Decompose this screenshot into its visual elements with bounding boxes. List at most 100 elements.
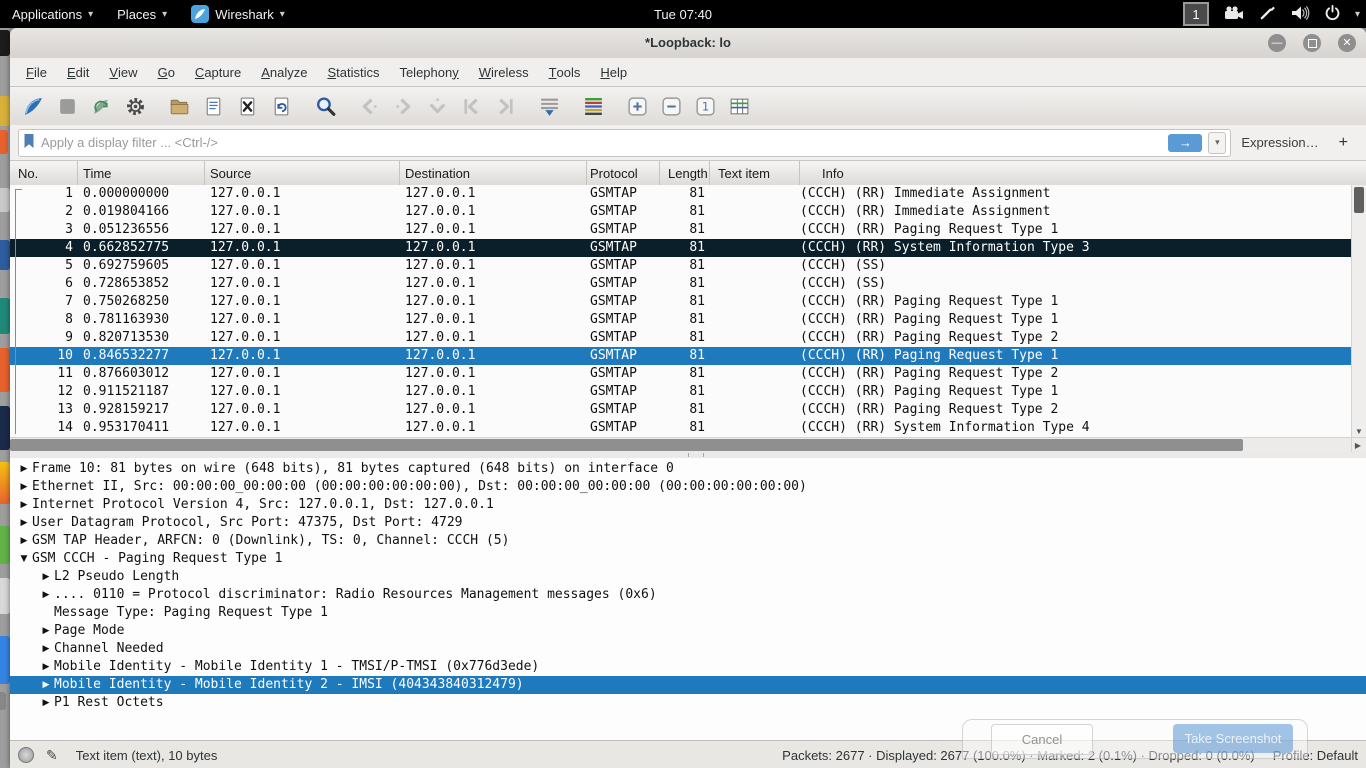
collapsed-arrow-icon[interactable]: ▶ (40, 676, 52, 694)
workspace-indicator[interactable]: 1 (1183, 2, 1209, 26)
restart-capture-icon[interactable] (86, 92, 116, 122)
menu-tools[interactable]: Tools (539, 58, 591, 86)
start-capture-icon[interactable] (18, 92, 48, 122)
menu-go[interactable]: Go (148, 58, 185, 86)
collapsed-arrow-icon[interactable]: ▶ (40, 640, 52, 658)
packet-row-3[interactable]: 30.051236556127.0.0.1127.0.0.1GSMTAP81(C… (10, 221, 1366, 239)
collapsed-arrow-icon[interactable]: ▶ (40, 694, 52, 712)
splitter-handle[interactable] (688, 453, 704, 457)
detail-row[interactable]: ▶GSM TAP Header, ARFCN: 0 (Downlink), TS… (10, 532, 1366, 550)
scroll-right-arrow[interactable]: ▶ (1351, 438, 1364, 452)
collapsed-arrow-icon[interactable]: ▶ (18, 478, 30, 496)
detail-row[interactable]: ▶Channel Needed (10, 640, 1366, 658)
menu-edit[interactable]: Edit (57, 58, 99, 86)
go-last-icon[interactable] (490, 92, 520, 122)
auto-scroll-icon[interactable] (534, 92, 564, 122)
packet-row-13[interactable]: 130.928159217127.0.0.1127.0.0.1GSMTAP81(… (10, 401, 1366, 419)
column-header-length[interactable]: Length (660, 161, 710, 186)
stop-capture-icon[interactable] (52, 92, 82, 122)
detail-row[interactable]: ▶Mobile Identity - Mobile Identity 2 - I… (10, 676, 1366, 694)
column-header-info[interactable]: Info (800, 161, 1366, 186)
detail-row[interactable]: ▶Frame 10: 81 bytes on wire (648 bits), … (10, 460, 1366, 478)
save-file-icon[interactable] (198, 92, 228, 122)
column-header-destination[interactable]: Destination (400, 161, 587, 186)
packet-row-1[interactable]: 10.000000000127.0.0.1127.0.0.1GSMTAP81(C… (10, 185, 1366, 203)
packet-row-2[interactable]: 20.019804166127.0.0.1127.0.0.1GSMTAP81(C… (10, 203, 1366, 221)
capture-options-icon[interactable] (120, 92, 150, 122)
cancel-button[interactable]: Cancel (991, 724, 1093, 755)
colorize-icon[interactable] (578, 92, 608, 122)
detail-row[interactable]: ▶User Datagram Protocol, Src Port: 47375… (10, 514, 1366, 532)
zoom-100-icon[interactable]: 1 (690, 92, 720, 122)
detail-row[interactable]: ▶Internet Protocol Version 4, Src: 127.0… (10, 496, 1366, 514)
chevron-down-icon[interactable]: ▾ (1355, 9, 1360, 20)
column-header-source[interactable]: Source (205, 161, 400, 186)
places-menu[interactable]: Places ▾ (105, 0, 179, 28)
column-header-text-item[interactable]: Text item (710, 161, 800, 186)
open-file-icon[interactable] (164, 92, 194, 122)
volume-icon[interactable] (1290, 5, 1310, 24)
packet-row-5[interactable]: 50.692759605127.0.0.1127.0.0.1GSMTAP81(C… (10, 257, 1366, 275)
detail-row[interactable]: ▶.... 0110 = Protocol discriminator: Rad… (10, 586, 1366, 604)
collapsed-arrow-icon[interactable]: ▶ (18, 460, 30, 478)
detail-row[interactable]: Message Type: Paging Request Type 1 (10, 604, 1366, 622)
packet-row-10[interactable]: 100.846532277127.0.0.1127.0.0.1GSMTAP81(… (10, 347, 1366, 365)
detail-row[interactable]: ▶Mobile Identity - Mobile Identity 1 - T… (10, 658, 1366, 676)
display-filter-input[interactable]: Apply a display filter ... <Ctrl-/> → ▾ (18, 129, 1231, 157)
scrollbar-thumb[interactable] (10, 439, 1243, 451)
packet-list-vertical-scrollbar[interactable]: ▼ (1351, 185, 1366, 437)
packet-row-11[interactable]: 110.876603012127.0.0.1127.0.0.1GSMTAP81(… (10, 365, 1366, 383)
power-icon[interactable] (1324, 4, 1341, 24)
packet-row-9[interactable]: 90.820713530127.0.0.1127.0.0.1GSMTAP81(C… (10, 329, 1366, 347)
menu-telephony[interactable]: Telephony (389, 58, 468, 86)
expert-info-icon[interactable] (18, 747, 34, 763)
collapsed-arrow-icon[interactable]: ▶ (18, 496, 30, 514)
find-packet-icon[interactable] (310, 92, 340, 122)
zoom-in-icon[interactable] (622, 92, 652, 122)
applications-menu[interactable]: Applications ▾ (0, 0, 105, 28)
capture-comment-icon[interactable]: ✎ (46, 747, 58, 764)
packet-list-horizontal-scrollbar[interactable]: ▶ (10, 437, 1366, 453)
wireshark-app-menu[interactable]: Wireshark ▾ (179, 0, 297, 28)
collapsed-arrow-icon[interactable]: ▶ (40, 586, 52, 604)
packet-row-7[interactable]: 70.750268250127.0.0.1127.0.0.1GSMTAP81(C… (10, 293, 1366, 311)
filter-history-dropdown[interactable]: ▾ (1208, 132, 1226, 154)
scrollbar-thumb[interactable] (1354, 187, 1364, 213)
apply-filter-button[interactable]: → (1168, 134, 1202, 152)
detail-row[interactable]: ▶Ethernet II, Src: 00:00:00_00:00:00 (00… (10, 478, 1366, 496)
collapsed-arrow-icon[interactable]: ▶ (40, 568, 52, 586)
expanded-arrow-icon[interactable]: ▼ (18, 550, 30, 568)
detail-row[interactable]: ▶Page Mode (10, 622, 1366, 640)
collapsed-arrow-icon[interactable]: ▶ (18, 532, 30, 550)
go-back-icon[interactable] (354, 92, 384, 122)
screen-recorder-icon[interactable] (1223, 6, 1245, 23)
detail-row[interactable]: ▶L2 Pseudo Length (10, 568, 1366, 586)
expression-button[interactable]: Expression… (1231, 135, 1328, 150)
packet-row-14[interactable]: 140.953170411127.0.0.1127.0.0.1GSMTAP81(… (10, 419, 1366, 437)
column-header-time[interactable]: Time (78, 161, 205, 186)
detail-row[interactable]: ▶P1 Rest Octets (10, 694, 1366, 712)
maximize-button[interactable] (1303, 34, 1321, 52)
resize-columns-icon[interactable] (724, 92, 754, 122)
collapsed-arrow-icon[interactable]: ▶ (40, 658, 52, 676)
add-filter-button[interactable]: + (1329, 134, 1358, 152)
zoom-out-icon[interactable] (656, 92, 686, 122)
menu-wireless[interactable]: Wireless (469, 58, 539, 86)
menu-analyze[interactable]: Analyze (251, 58, 317, 86)
detail-row[interactable]: ▼GSM CCCH - Paging Request Type 1 (10, 550, 1366, 568)
go-to-packet-icon[interactable] (422, 92, 452, 122)
packet-row-6[interactable]: 60.728653852127.0.0.1127.0.0.1GSMTAP81(C… (10, 275, 1366, 293)
input-tool-icon[interactable] (1259, 4, 1276, 24)
menu-capture[interactable]: Capture (185, 58, 251, 86)
collapsed-arrow-icon[interactable]: ▶ (18, 514, 30, 532)
close-button[interactable]: ✕ (1338, 34, 1356, 52)
titlebar[interactable]: *Loopback: lo — ✕ (10, 28, 1366, 59)
scroll-down-arrow[interactable]: ▼ (1352, 427, 1366, 436)
close-file-icon[interactable] (232, 92, 262, 122)
column-header-protocol[interactable]: Protocol (587, 161, 660, 186)
collapsed-arrow-icon[interactable]: ▶ (40, 622, 52, 640)
packet-row-4[interactable]: 40.662852775127.0.0.1127.0.0.1GSMTAP81(C… (10, 239, 1366, 257)
reload-file-icon[interactable] (266, 92, 296, 122)
menu-statistics[interactable]: Statistics (317, 58, 389, 86)
bookmark-icon[interactable] (23, 133, 35, 152)
